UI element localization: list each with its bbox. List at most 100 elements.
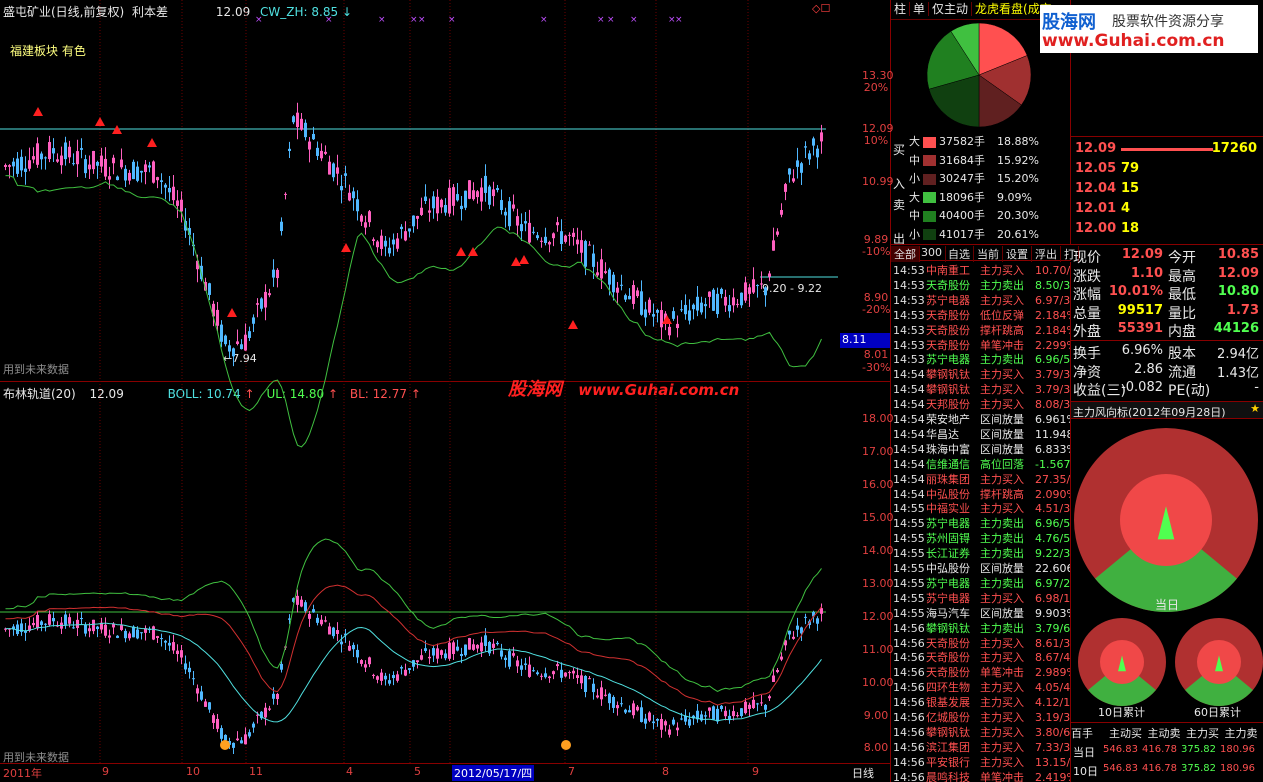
- stream-stock-name[interactable]: 中弘股份: [926, 486, 980, 501]
- wind-vane-title: 主力风向标: [1073, 406, 1128, 419]
- stream-stock-name[interactable]: 天奇股份: [926, 649, 980, 664]
- stream-stock-name[interactable]: 银基发展: [926, 694, 980, 709]
- stream-stock-name[interactable]: 晨鸣科技: [926, 769, 980, 782]
- lower-candle-body: [416, 660, 419, 663]
- stream-row[interactable]: 14:53天奇股份 主力卖出 8.50/3: [893, 277, 1070, 292]
- kline-canvas[interactable]: × × × × × × × × × × × ×: [0, 0, 860, 782]
- stream-row[interactable]: 14:55中弘股份 区间放量 22.606: [893, 560, 1070, 575]
- stream-row[interactable]: 14:54信维通信 高位回落 -1.567: [893, 456, 1070, 471]
- stream-row[interactable]: 14:56天奇股份单笔冲击 2.989%: [893, 664, 1070, 679]
- stream-row[interactable]: 14:56攀钢钒钛 主力卖出 3.79/6: [893, 620, 1070, 635]
- stream-stock-name[interactable]: 荣安地产: [926, 411, 980, 426]
- stream-stock-name[interactable]: 攀钢钒钛: [926, 724, 980, 739]
- chart-area[interactable]: 盛屯矿业(日线,前复权) 利本差 12.09 CW_ZH: 8.85 ↓ 福建板…: [0, 0, 894, 782]
- lower-candle-body: [572, 670, 575, 674]
- stream-row[interactable]: 14:55苏宁电器 主力卖出 6.97/2: [893, 575, 1070, 590]
- upper-candle-body: [620, 284, 623, 286]
- stream-tab-watchlist[interactable]: 自选: [945, 246, 974, 262]
- wind-vane-cell: 416.78: [1142, 763, 1177, 774]
- stream-stock-name[interactable]: 天奇股份: [926, 635, 980, 650]
- lower-candle-body: [352, 644, 355, 650]
- stream-row[interactable]: 14:54天邦股份 主力买入 8.08/3: [893, 396, 1070, 411]
- stream-stock-name[interactable]: 攀钢钒钛: [926, 366, 980, 381]
- stream-stock-name[interactable]: 华昌达: [926, 426, 980, 441]
- upper-candle-body: [400, 226, 403, 230]
- stream-tab-settings[interactable]: 设置: [1003, 246, 1032, 262]
- stream-row[interactable]: 14:55中福实业 主力买入 4.51/3: [893, 500, 1070, 515]
- tab-active-only[interactable]: 仅主动: [929, 2, 973, 16]
- upper-candle-body: [732, 297, 735, 306]
- stream-row[interactable]: 14:55海马汽车区间放量 9.903%: [893, 605, 1070, 620]
- stream-stock-name[interactable]: 天邦股份: [926, 396, 980, 411]
- stream-row[interactable]: 14:56滨江集团 主力买入 7.33/3: [893, 739, 1070, 754]
- stream-stock-name[interactable]: 苏州固锝: [926, 530, 980, 545]
- stream-stock-name[interactable]: 攀钢钒钛: [926, 381, 980, 396]
- stream-stock-name[interactable]: 平安银行: [926, 754, 980, 769]
- stream-row[interactable]: 14:54华昌达 区间放量 11.948: [893, 426, 1070, 441]
- stream-row[interactable]: 14:55长江证券 主力卖出 9.22/3: [893, 545, 1070, 560]
- stream-row[interactable]: 14:54攀钢钒钛 主力买入 3.79/3: [893, 366, 1070, 381]
- stream-stock-name[interactable]: 信维通信: [926, 456, 980, 471]
- stream-stock-name[interactable]: 苏宁电器: [926, 351, 980, 366]
- stream-stock-name[interactable]: 四环生物: [926, 679, 980, 694]
- stream-stock-name[interactable]: 珠海中富: [926, 441, 980, 456]
- stream-stock-name[interactable]: 天奇股份: [926, 277, 980, 292]
- stream-stock-name[interactable]: 长江证券: [926, 545, 980, 560]
- stream-stock-name[interactable]: 苏宁电器: [926, 515, 980, 530]
- stream-stock-name[interactable]: 海马汽车: [926, 605, 980, 620]
- stream-row[interactable]: 14:56天奇股份 主力买入 8.61/3: [893, 635, 1070, 650]
- stream-stock-name[interactable]: 天奇股份: [926, 664, 980, 679]
- stream-row[interactable]: 14:54荣安地产区间放量 6.961%: [893, 411, 1070, 426]
- upper-candle-body: [324, 151, 327, 154]
- stream-row[interactable]: 14:56四环生物 主力买入 4.05/4: [893, 679, 1070, 694]
- stream-stock-name[interactable]: 苏宁电器: [926, 292, 980, 307]
- stream-row[interactable]: 14:53中南重工 主力买入 10.70/: [893, 262, 1070, 277]
- stream-stock-name[interactable]: 天奇股份: [926, 322, 980, 337]
- stream-row[interactable]: 14:53天奇股份单笔冲击 2.299%: [893, 337, 1070, 352]
- stream-row[interactable]: 14:54中弘股份撑杆跳高 2.090%: [893, 486, 1070, 501]
- stream-stock-name[interactable]: 中弘股份: [926, 560, 980, 575]
- wind-vane-cell: 180.96: [1220, 763, 1255, 774]
- stream-stock-name[interactable]: 丽珠集团: [926, 471, 980, 486]
- stream-row[interactable]: 14:55苏州固锝 主力卖出 4.76/5: [893, 530, 1070, 545]
- stream-stock-name[interactable]: 天奇股份: [926, 337, 980, 352]
- stream-row[interactable]: 14:56亿城股份 主力买入 3.19/3: [893, 709, 1070, 724]
- stream-row[interactable]: 14:56攀钢钒钛 主力买入 3.80/6: [893, 724, 1070, 739]
- lower-candle-body: [448, 642, 451, 659]
- favorite-star-icon[interactable]: ★: [1250, 402, 1260, 415]
- quote-value: 1.10: [1130, 265, 1163, 281]
- tab-single[interactable]: 单: [910, 2, 930, 16]
- stream-row[interactable]: 14:54攀钢钒钛 主力买入 3.79/3: [893, 381, 1070, 396]
- stream-row[interactable]: 14:53苏宁电器 主力卖出 6.96/5: [893, 351, 1070, 366]
- stream-list[interactable]: 14:53中南重工 主力买入 10.70/14:53天奇股份 主力卖出 8.50/3 14…: [891, 262, 1071, 782]
- stream-row[interactable]: 14:56平安银行 主力买入 13.15/: [893, 754, 1070, 769]
- stream-row[interactable]: 14:55苏宁电器 主力买入 6.98/1: [893, 590, 1070, 605]
- upper-candle-body: [724, 296, 727, 306]
- stream-tab-float[interactable]: 浮出: [1032, 246, 1061, 262]
- stream-stock-name[interactable]: 中南重工: [926, 262, 980, 277]
- lower-candle-body: [492, 643, 495, 648]
- stream-stock-name[interactable]: 苏宁电器: [926, 590, 980, 605]
- stream-row[interactable]: 14:54丽珠集团 主力买入 27.35/: [893, 471, 1070, 486]
- stream-stock-name[interactable]: 亿城股份: [926, 709, 980, 724]
- stream-row[interactable]: 14:53天奇股份低位反弹 2.184%: [893, 307, 1070, 322]
- stream-row[interactable]: 14:54珠海中富区间放量 6.833%: [893, 441, 1070, 456]
- stream-row[interactable]: 14:53天奇股份撑杆跳高 2.184%: [893, 322, 1070, 337]
- stream-tab-all[interactable]: 全部: [891, 246, 920, 262]
- stream-tab-current[interactable]: 当前: [974, 246, 1003, 262]
- upper-y-pct: 20%: [863, 81, 889, 94]
- stream-stock-name[interactable]: 滨江集团: [926, 739, 980, 754]
- stream-stock-name[interactable]: 攀钢钒钛: [926, 620, 980, 635]
- stream-row[interactable]: 14:55苏宁电器 主力卖出 6.96/5: [893, 515, 1070, 530]
- stream-row[interactable]: 14:53苏宁电器 主力买入 6.97/3: [893, 292, 1070, 307]
- stream-stock-name[interactable]: 苏宁电器: [926, 575, 980, 590]
- stream-stock-name[interactable]: 天奇股份: [926, 307, 980, 322]
- stream-stock-name[interactable]: 中福实业: [926, 500, 980, 515]
- stream-time: 14:53: [893, 264, 925, 277]
- tab-bar[interactable]: 柱: [891, 2, 911, 16]
- stream-row[interactable]: 14:56天奇股份 主力买入 8.67/4: [893, 649, 1070, 664]
- stream-row[interactable]: 14:56晨鸣科技单笔冲击 2.419%: [893, 769, 1070, 782]
- stream-row[interactable]: 14:56银基发展 主力买入 4.12/1: [893, 694, 1070, 709]
- upper-candle-body: [776, 231, 779, 235]
- stream-tab-300[interactable]: 300: [918, 246, 946, 262]
